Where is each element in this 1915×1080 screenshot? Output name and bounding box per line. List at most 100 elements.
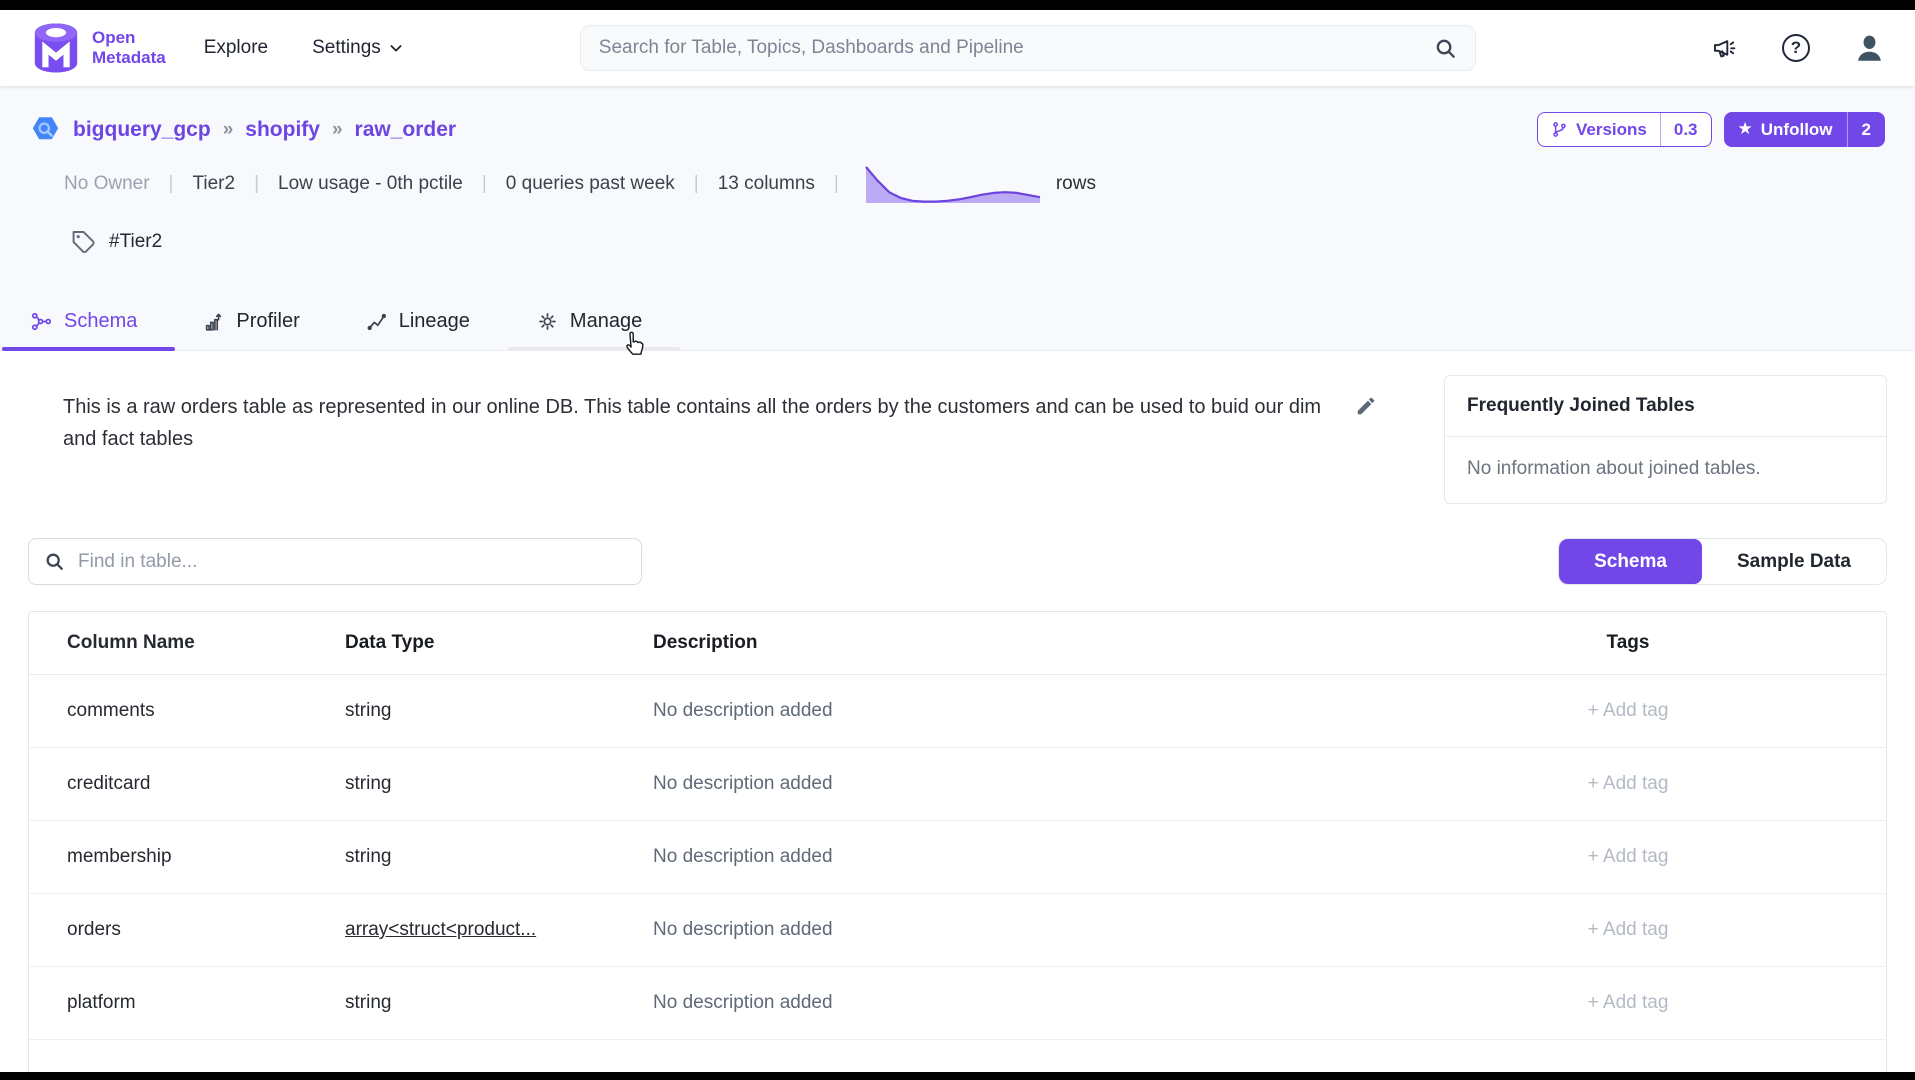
column-description: No description added	[615, 700, 1460, 722]
column-description: No description added	[615, 919, 1460, 941]
tab-schema[interactable]: Schema	[30, 293, 137, 350]
app-viewport: Open Metadata Explore Settings ?	[0, 10, 1915, 1072]
help-button[interactable]: ?	[1782, 34, 1810, 62]
header-description: Description	[615, 632, 1460, 654]
user-menu[interactable]	[1854, 33, 1885, 64]
entity-tags[interactable]: #Tier2	[70, 229, 162, 255]
edit-description-button[interactable]	[1355, 395, 1377, 422]
breadcrumb-table[interactable]: raw_order	[355, 118, 457, 142]
nav-explore[interactable]: Explore	[204, 37, 268, 59]
owner-label: No Owner	[64, 173, 150, 195]
tag-icon	[70, 229, 96, 255]
queries-label: 0 queries past week	[506, 173, 675, 195]
table-row: creditcard string No description added +…	[29, 748, 1886, 821]
tab-manage[interactable]: Manage	[536, 293, 642, 350]
top-navbar: Open Metadata Explore Settings ?	[0, 10, 1915, 86]
find-in-table-input[interactable]	[78, 551, 626, 573]
breadcrumb-service[interactable]: bigquery_gcp	[73, 118, 211, 142]
chevron-down-icon	[388, 40, 404, 56]
entity-header: bigquery_gcp » shopify » raw_order Versi…	[30, 112, 1885, 147]
tier-label: Tier2	[192, 173, 235, 195]
usage-label: Low usage - 0th pctile	[278, 173, 463, 195]
rows-sparkline	[864, 161, 1042, 207]
table-row: orders array<struct<product... No descri…	[29, 894, 1886, 967]
git-branch-icon	[1551, 121, 1568, 138]
column-description: No description added	[615, 992, 1460, 1014]
bigquery-service-icon	[30, 114, 61, 145]
table-row-partial	[29, 1040, 1886, 1072]
gear-icon	[536, 310, 559, 333]
column-name: platform	[29, 992, 307, 1014]
header-tags: Tags	[1460, 632, 1886, 654]
search-icon[interactable]	[1434, 37, 1457, 60]
header-data-type: Data Type	[307, 632, 615, 654]
column-name: creditcard	[29, 773, 307, 795]
find-in-table[interactable]	[28, 538, 642, 585]
nav-settings-label: Settings	[312, 37, 381, 59]
entity-tabbar: Schema Profiler Lineage Manage	[0, 293, 1915, 351]
column-type-expand-link[interactable]: array<struct<product...	[345, 919, 536, 940]
description-section: This is a raw orders table as represente…	[28, 375, 1887, 504]
columns-label: 13 columns	[718, 173, 815, 195]
search-icon	[44, 551, 65, 572]
table-controls: Schema Sample Data	[28, 538, 1887, 585]
frequently-joined-tables-title: Frequently Joined Tables	[1445, 376, 1886, 437]
nav-settings[interactable]: Settings	[312, 37, 404, 59]
announcements-button[interactable]	[1711, 35, 1738, 62]
column-type: string	[307, 992, 615, 1014]
breadcrumb-separator: »	[223, 119, 234, 141]
entity-meta-row: No Owner | Tier2 | Low usage - 0th pctil…	[64, 161, 1885, 207]
navbar-right: ?	[1711, 33, 1885, 64]
openmetadata-logo-icon	[30, 20, 82, 76]
add-tag-button[interactable]: + Add tag	[1588, 992, 1669, 1013]
global-search[interactable]	[580, 25, 1476, 71]
table-row: membership string No description added +…	[29, 821, 1886, 894]
column-type: string	[307, 846, 615, 868]
openmetadata-logo[interactable]: Open Metadata	[30, 20, 166, 76]
frequently-joined-tables-empty: No information about joined tables.	[1445, 437, 1886, 503]
breadcrumb-separator: »	[332, 119, 343, 141]
lineage-tab-icon	[366, 311, 388, 333]
table-description: This is a raw orders table as represente…	[63, 391, 1333, 455]
versions-label: Versions	[1576, 120, 1647, 140]
column-description: No description added	[615, 846, 1460, 868]
column-name: membership	[29, 846, 307, 868]
star-icon: ★	[1738, 121, 1753, 138]
add-tag-button[interactable]: + Add tag	[1588, 919, 1669, 940]
logo-text: Open Metadata	[92, 28, 166, 67]
schema-tab-icon	[30, 310, 53, 333]
entity-actions: Versions 0.3 ★ Unfollow 2	[1537, 112, 1885, 147]
table-row: platform string No description added + A…	[29, 967, 1886, 1040]
versions-button[interactable]: Versions 0.3	[1537, 112, 1712, 147]
tab-lineage[interactable]: Lineage	[366, 293, 470, 350]
add-tag-button[interactable]: + Add tag	[1588, 846, 1669, 867]
header-column-name: Column Name	[29, 632, 307, 654]
tag-label: #Tier2	[109, 231, 162, 253]
column-type: string	[307, 773, 615, 795]
breadcrumb: bigquery_gcp » shopify » raw_order	[30, 114, 456, 145]
view-toggle: Schema Sample Data	[1558, 538, 1887, 585]
add-tag-button[interactable]: + Add tag	[1588, 773, 1669, 794]
pencil-icon	[1355, 395, 1377, 417]
column-type: string	[307, 700, 615, 722]
unfollow-button[interactable]: ★ Unfollow 2	[1724, 112, 1885, 147]
profiler-tab-icon	[203, 311, 225, 333]
version-number: 0.3	[1660, 113, 1711, 146]
column-name: comments	[29, 700, 307, 722]
schema-table: Column Name Data Type Description Tags c…	[28, 611, 1887, 1072]
tab-profiler[interactable]: Profiler	[203, 293, 299, 350]
help-icon: ?	[1782, 34, 1810, 62]
screen: Open Metadata Explore Settings ?	[0, 0, 1915, 1080]
breadcrumb-database[interactable]: shopify	[245, 118, 320, 142]
view-toggle-schema[interactable]: Schema	[1559, 539, 1702, 584]
add-tag-button[interactable]: + Add tag	[1588, 700, 1669, 721]
view-toggle-sample-data[interactable]: Sample Data	[1702, 539, 1886, 584]
column-name: orders	[29, 919, 307, 941]
global-search-input[interactable]	[599, 37, 1434, 59]
main-nav: Explore Settings	[204, 37, 404, 59]
table-header-row: Column Name Data Type Description Tags	[29, 612, 1886, 675]
frequently-joined-tables-card: Frequently Joined Tables No information …	[1444, 375, 1887, 504]
table-row: comments string No description added + A…	[29, 675, 1886, 748]
unfollow-label: Unfollow	[1761, 120, 1833, 140]
schema-tab-content: This is a raw orders table as represente…	[0, 351, 1915, 1072]
